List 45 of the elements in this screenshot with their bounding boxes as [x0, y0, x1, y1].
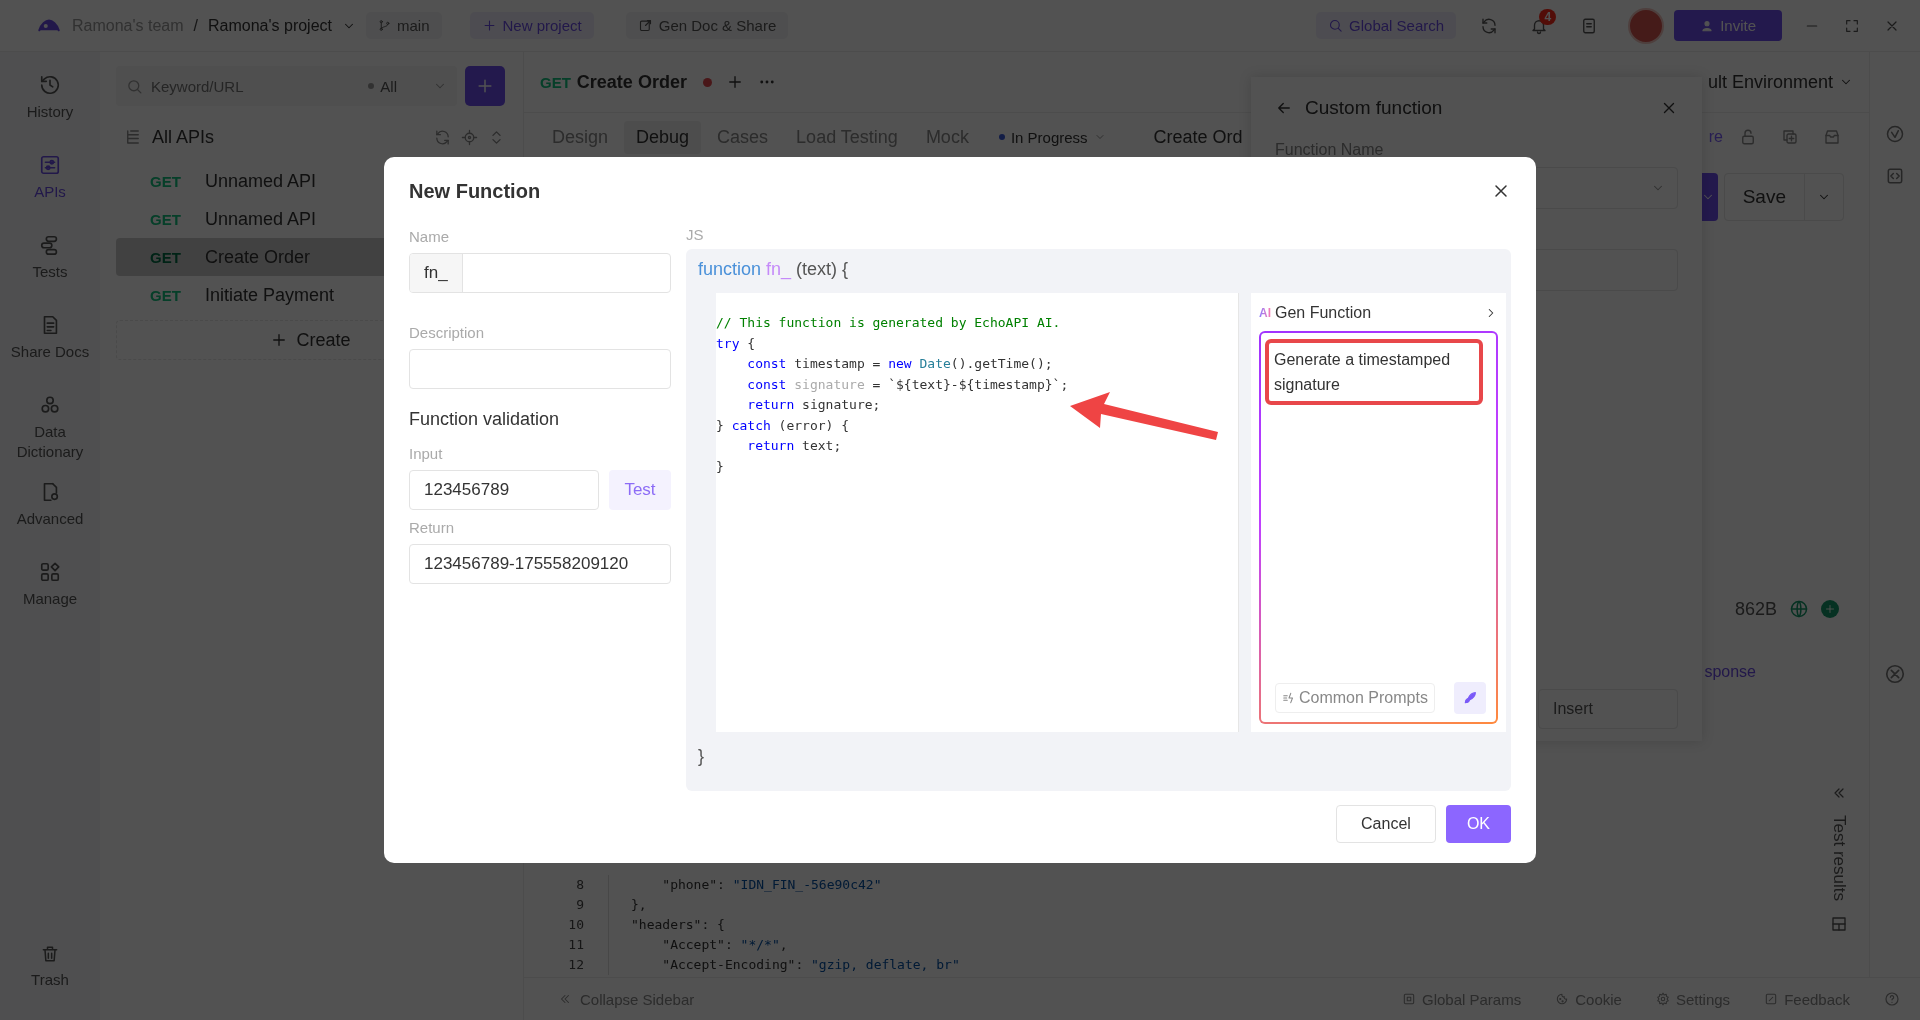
- ai-badge: AI: [1259, 306, 1271, 320]
- response-tab[interactable]: sponse: [1704, 662, 1756, 681]
- environment-select[interactable]: ult Environment: [1707, 71, 1853, 93]
- code-line: } catch (error) {: [716, 416, 851, 435]
- code-line: try {: [716, 334, 757, 353]
- notification-badge: 4: [1539, 8, 1557, 25]
- return-field[interactable]: 123456789-175558209120: [409, 544, 671, 584]
- code-line: }: [716, 457, 725, 476]
- field-label: Description: [409, 322, 486, 343]
- test-button[interactable]: Test: [609, 470, 671, 510]
- request-tab[interactable]: GET Create Order: [540, 71, 712, 93]
- prompt-box[interactable]: Generate a timestamped signature Common Prompts: [1259, 331, 1498, 724]
- ai-panel-title: Gen Function: [1275, 304, 1372, 322]
- project-name[interactable]: Ramona's project: [208, 16, 332, 35]
- code-line: // This function is generated by EchoAPI AI.: [716, 314, 1062, 332]
- code-line: 8 "phone": "IDN_FIN_-56e90c42": [524, 875, 1809, 895]
- code-line: 12 "Accept-Encoding": "gzip, deflate, br": [524, 955, 1809, 975]
- input-field[interactable]: 123456789: [409, 470, 599, 510]
- field-label: Return: [409, 517, 456, 538]
- drawer-title: Custom function: [1305, 97, 1443, 119]
- status-select[interactable]: In Progress: [998, 128, 1126, 146]
- code-line: return signature;: [746, 396, 882, 414]
- code-line: const signature = `${text}-${timestamp}`;: [746, 375, 1070, 394]
- cancel-button[interactable]: Cancel: [1336, 805, 1436, 843]
- common-prompts-button[interactable]: Common Prompts: [1275, 683, 1435, 713]
- tree-title: All APIs: [152, 126, 215, 148]
- function-closing-brace: }: [698, 746, 705, 767]
- section-title: Function validation: [409, 409, 561, 430]
- name-field[interactable]: fn_: [409, 253, 671, 293]
- field-label: Input: [409, 443, 444, 464]
- ok-button[interactable]: OK: [1445, 805, 1511, 843]
- request-title: Create Ord: [1153, 126, 1243, 148]
- prompt-text: Generate a timestamped signature: [1274, 350, 1452, 395]
- code-editor[interactable]: // This function is generated by EchoAPI AI. try { const timestamp = new Date().getTime(); const signature = `${text}-${timestamp}`; return signature; } catch (error) { return text; }: [716, 293, 1239, 732]
- function-signature: function fn_ (text) {: [698, 259, 850, 282]
- language-label: JS: [686, 224, 705, 245]
- code-line: 9 },: [524, 895, 1809, 915]
- code-line: return text;: [746, 437, 843, 455]
- sub-tab[interactable]: Debug: [624, 120, 702, 154]
- dialog-title: New Function: [409, 179, 541, 203]
- code-line: 10 "headers": {: [524, 915, 1809, 935]
- path-separator: /: [193, 16, 198, 35]
- code-line: const timestamp = new Date().getTime();: [746, 355, 1054, 373]
- code-line: 11 "Accept": "*/*",: [524, 935, 1809, 955]
- save-button[interactable]: Save: [1723, 173, 1844, 221]
